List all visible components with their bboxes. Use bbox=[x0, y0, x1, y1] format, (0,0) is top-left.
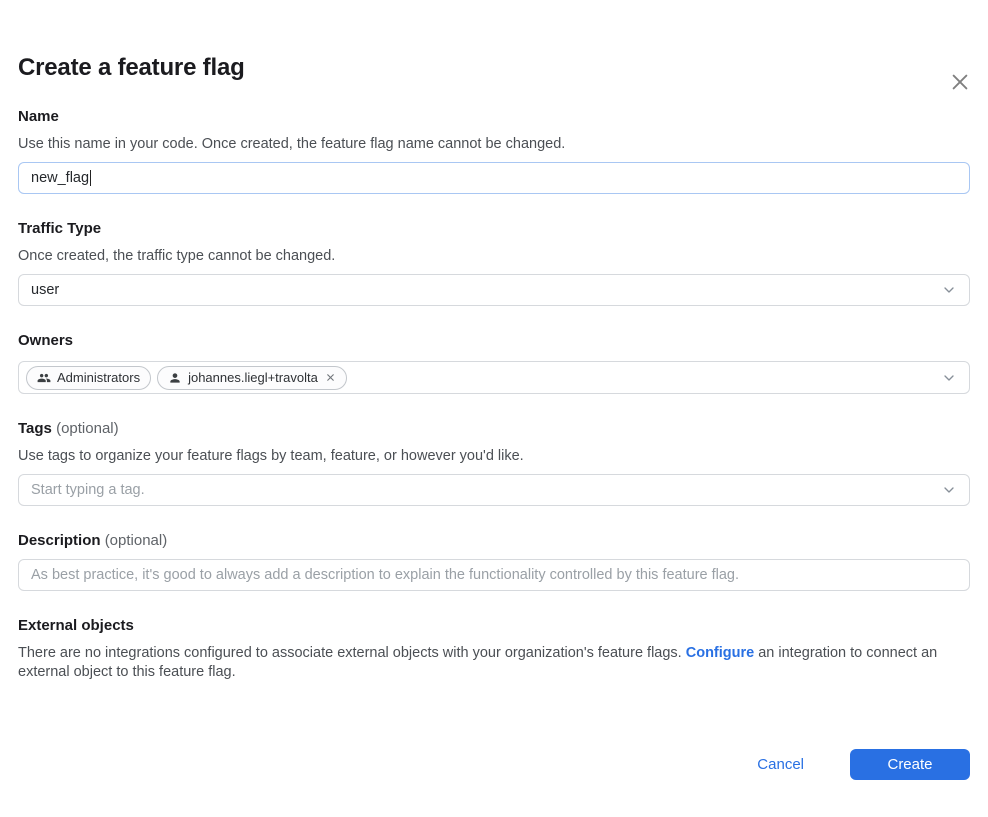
owners-chips: Administrators johannes.liegl+travolta bbox=[26, 366, 347, 390]
description-input[interactable]: As best practice, it's good to always ad… bbox=[18, 559, 970, 591]
close-icon bbox=[949, 71, 971, 93]
owner-chip-label: johannes.liegl+travolta bbox=[188, 370, 318, 385]
modal-footer: Cancel Create bbox=[757, 749, 970, 780]
name-label: Name bbox=[18, 107, 970, 126]
owner-chip-user[interactable]: johannes.liegl+travolta bbox=[157, 366, 347, 390]
tags-optional-text: (optional) bbox=[56, 420, 119, 437]
create-feature-flag-modal: Create a feature flag Name Use this name… bbox=[0, 54, 988, 817]
tags-label-text: Tags bbox=[18, 420, 52, 437]
owners-label: Owners bbox=[18, 331, 970, 350]
name-input[interactable]: new_flag bbox=[18, 162, 970, 194]
modal-title: Create a feature flag bbox=[18, 54, 970, 82]
name-help-text: Use this name in your code. Once created… bbox=[18, 135, 970, 153]
external-objects-label: External objects bbox=[18, 616, 970, 635]
external-objects-text-before: There are no integrations configured to … bbox=[18, 645, 686, 661]
description-optional-text: (optional) bbox=[105, 532, 168, 549]
tags-help-text: Use tags to organize your feature flags … bbox=[18, 447, 970, 465]
tags-select[interactable]: Start typing a tag. bbox=[18, 474, 970, 506]
cancel-button[interactable]: Cancel bbox=[757, 756, 804, 773]
tags-label: Tags (optional) bbox=[18, 419, 970, 438]
traffic-type-help-text: Once created, the traffic type cannot be… bbox=[18, 247, 970, 265]
owner-chip-administrators[interactable]: Administrators bbox=[26, 366, 151, 390]
name-input-value: new_flag bbox=[31, 170, 89, 186]
description-label-text: Description bbox=[18, 532, 101, 549]
person-icon bbox=[168, 371, 182, 385]
tags-placeholder: Start typing a tag. bbox=[31, 482, 145, 498]
chevron-down-icon bbox=[941, 282, 957, 298]
description-label: Description (optional) bbox=[18, 531, 970, 550]
traffic-type-label: Traffic Type bbox=[18, 219, 970, 238]
description-placeholder: As best practice, it's good to always ad… bbox=[31, 567, 739, 583]
remove-owner-button[interactable] bbox=[325, 372, 336, 383]
traffic-type-value: user bbox=[31, 282, 59, 298]
traffic-type-select[interactable]: user bbox=[18, 274, 970, 306]
close-button[interactable] bbox=[948, 70, 972, 94]
group-icon bbox=[37, 371, 51, 385]
chevron-down-icon bbox=[941, 482, 957, 498]
external-objects-text: There are no integrations configured to … bbox=[18, 644, 970, 681]
owners-select[interactable]: Administrators johannes.liegl+travolta bbox=[18, 361, 970, 394]
configure-link[interactable]: Configure bbox=[686, 645, 754, 661]
chevron-down-icon bbox=[941, 370, 957, 386]
text-cursor bbox=[90, 170, 91, 186]
create-button[interactable]: Create bbox=[850, 749, 970, 780]
owner-chip-label: Administrators bbox=[57, 370, 140, 385]
